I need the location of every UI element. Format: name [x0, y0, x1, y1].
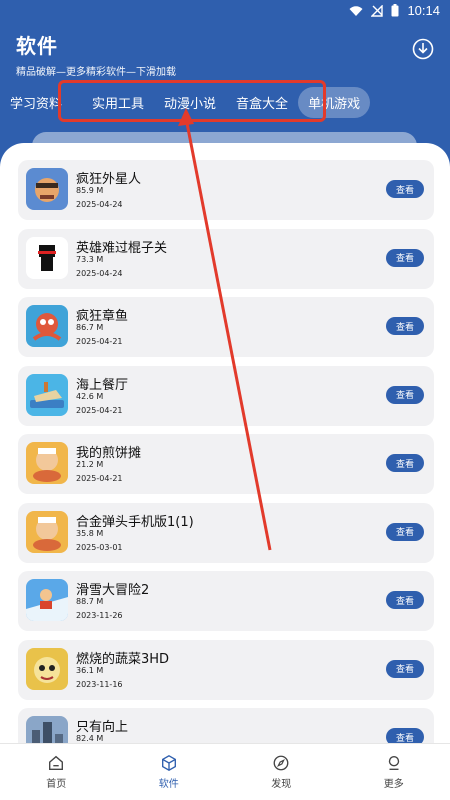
- list-item[interactable]: 滑雪大冒险2 88.7 M 2023-11-26 查看: [18, 571, 434, 631]
- nav-discover[interactable]: 发现: [225, 744, 338, 800]
- app-icon: [26, 442, 68, 484]
- app-name: 合金弹头手机版1(1): [76, 514, 194, 530]
- view-button[interactable]: 查看: [386, 659, 424, 678]
- app-date: 2023-11-26: [76, 611, 123, 620]
- app-size: 82.4 M: [76, 734, 104, 743]
- nav-discover-label: 发现: [271, 779, 292, 790]
- app-name: 英雄难过棍子关: [76, 240, 168, 256]
- status-bar: 10:14: [0, 0, 450, 22]
- page-title: 软件: [16, 34, 58, 58]
- view-button[interactable]: 查看: [386, 591, 424, 609]
- tab-study-materials[interactable]: 学习资料: [2, 87, 70, 118]
- app-name: 燃烧的蔬菜3HD: [76, 651, 170, 667]
- nav-software-label: 软件: [158, 779, 179, 790]
- compass-icon: [273, 755, 289, 771]
- list-item[interactable]: 疯狂外星人 85.9 M 2025-04-24 查看: [18, 160, 434, 220]
- app-size: 35.8 M: [76, 528, 104, 538]
- view-button[interactable]: 查看: [386, 180, 424, 198]
- app-size: 36.1 M: [76, 665, 104, 675]
- list-item[interactable]: 疯狂章鱼 86.7 M 2025-04-21 查看: [18, 297, 434, 357]
- app-icon: [26, 236, 68, 279]
- nav-home[interactable]: 首页: [0, 744, 113, 800]
- view-button[interactable]: 查看: [386, 248, 424, 267]
- cube-icon: [161, 755, 176, 771]
- app-icon: [26, 305, 68, 347]
- battery-icon: [391, 4, 399, 17]
- tab-standalone-games[interactable]: 单机游戏: [298, 86, 371, 118]
- view-button[interactable]: 查看: [386, 317, 424, 335]
- header: 软件 精品破解—更多精彩软件—下滑加载: [16, 30, 176, 78]
- nav-home-label: 首页: [46, 779, 67, 790]
- app-size: 85.9 M: [76, 186, 104, 195]
- list-item[interactable]: 燃烧的蔬菜3HD 36.1 M 2023-11-16 查看: [18, 639, 434, 700]
- tab-music-boxes[interactable]: 音盒大全: [228, 87, 296, 118]
- app-name: 只有向上: [76, 720, 129, 735]
- app-icon: [26, 579, 68, 621]
- view-button[interactable]: 查看: [386, 522, 424, 541]
- home-icon: [49, 755, 64, 770]
- list-item[interactable]: 我的煎饼摊 21.2 M 2025-04-21 查看: [18, 434, 434, 494]
- category-tabs: 学习资料 实用工具 动漫小说 音盒大全 单机游戏: [0, 86, 450, 118]
- app-size: 86.7 M: [76, 323, 104, 332]
- app-icon: [26, 647, 68, 690]
- app-date: 2025-04-21: [76, 337, 123, 346]
- app-date: 2025-03-01: [76, 542, 123, 552]
- signal-icon: [371, 4, 384, 17]
- app-date: 2025-04-24: [76, 268, 123, 278]
- tab-anime-novels[interactable]: 动漫小说: [156, 87, 224, 118]
- profile-icon: [388, 756, 399, 770]
- app-size: 73.3 M: [76, 254, 104, 264]
- app-size: 21.2 M: [76, 460, 104, 469]
- download-icon[interactable]: [412, 38, 434, 60]
- bottom-nav: 首页 软件 发现 更多: [0, 743, 450, 800]
- app-date: 2025-04-21: [76, 405, 123, 415]
- app-icon: [26, 373, 68, 416]
- list-item[interactable]: 海上餐厅 42.6 M 2025-04-21 查看: [18, 365, 434, 426]
- app-date: 2025-04-21: [76, 474, 123, 483]
- nav-more-label: 更多: [383, 779, 404, 790]
- app-name: 我的煎饼摊: [76, 446, 142, 461]
- view-button[interactable]: 查看: [386, 385, 424, 404]
- nav-more[interactable]: 更多: [338, 744, 450, 800]
- app-icon: [26, 510, 68, 553]
- app-name: 疯狂外星人: [76, 172, 142, 187]
- app-list: 疯狂外星人 85.9 M 2025-04-24 查看 英雄难过棍子关 73.3 …: [18, 160, 434, 755]
- status-icons: 10:14: [349, 3, 440, 18]
- view-button[interactable]: 查看: [386, 454, 424, 472]
- nav-software[interactable]: 软件: [113, 744, 226, 800]
- status-time: 10:14: [407, 3, 440, 18]
- app-name: 疯狂章鱼: [76, 309, 129, 324]
- app-name: 海上餐厅: [76, 377, 129, 393]
- wifi-icon: [349, 5, 363, 16]
- list-item[interactable]: 合金弹头手机版1(1) 35.8 M 2025-03-01 查看: [18, 502, 434, 563]
- app-size: 42.6 M: [76, 391, 104, 401]
- app-size: 88.7 M: [76, 597, 104, 606]
- app-icon: [26, 168, 68, 210]
- app-name: 滑雪大冒险2: [76, 583, 150, 598]
- tab-utilities[interactable]: 实用工具: [84, 87, 152, 118]
- list-item[interactable]: 英雄难过棍子关 73.3 M 2025-04-24 查看: [18, 228, 434, 289]
- app-date: 2023-11-16: [76, 679, 123, 689]
- app-date: 2025-04-24: [76, 200, 123, 209]
- page-subtitle: 精品破解—更多精彩软件—下滑加载: [16, 67, 176, 78]
- content-sheet: 疯狂外星人 85.9 M 2025-04-24 查看 英雄难过棍子关 73.3 …: [0, 143, 450, 755]
